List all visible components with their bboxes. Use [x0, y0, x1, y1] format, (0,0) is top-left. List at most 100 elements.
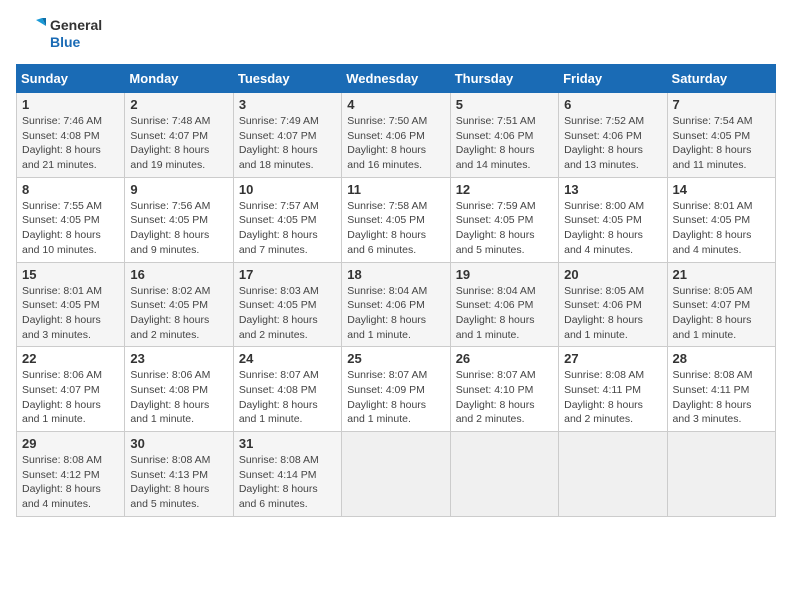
day-info: Sunrise: 8:01 AMSunset: 4:05 PMDaylight:…: [673, 199, 770, 258]
day-info: Sunrise: 7:52 AMSunset: 4:06 PMDaylight:…: [564, 114, 661, 173]
logo: General Blue: [16, 16, 102, 52]
calendar-header-row: SundayMondayTuesdayWednesdayThursdayFrid…: [17, 65, 776, 93]
weekday-header-saturday: Saturday: [667, 65, 775, 93]
day-info: Sunrise: 7:46 AMSunset: 4:08 PMDaylight:…: [22, 114, 119, 173]
day-number: 11: [347, 182, 444, 197]
day-info: Sunrise: 7:51 AMSunset: 4:06 PMDaylight:…: [456, 114, 553, 173]
calendar-cell: 11 Sunrise: 7:58 AMSunset: 4:05 PMDayligh…: [342, 177, 450, 262]
calendar-cell: 14 Sunrise: 8:01 AMSunset: 4:05 PMDayligh…: [667, 177, 775, 262]
calendar-cell: [342, 432, 450, 517]
day-info: Sunrise: 8:05 AMSunset: 4:07 PMDaylight:…: [673, 284, 770, 343]
day-number: 25: [347, 351, 444, 366]
calendar-cell: 4Sunrise: 7:50 AMSunset: 4:06 PMDaylight…: [342, 93, 450, 178]
day-number: 21: [673, 267, 770, 282]
calendar-cell: 20 Sunrise: 8:05 AMSunset: 4:06 PMDayligh…: [559, 262, 667, 347]
calendar-cell: 12Sunrise: 7:59 AMSunset: 4:05 PMDayligh…: [450, 177, 558, 262]
calendar-cell: 7 Sunrise: 7:54 AMSunset: 4:05 PMDaylight…: [667, 93, 775, 178]
day-number: 5: [456, 97, 553, 112]
day-number: 4: [347, 97, 444, 112]
calendar-cell: 5 Sunrise: 7:51 AMSunset: 4:06 PMDaylight…: [450, 93, 558, 178]
day-info: Sunrise: 8:06 AMSunset: 4:08 PMDaylight:…: [130, 368, 227, 427]
day-number: 2: [130, 97, 227, 112]
day-info: Sunrise: 8:03 AMSunset: 4:05 PMDaylight:…: [239, 284, 336, 343]
day-number: 12: [456, 182, 553, 197]
weekday-header-friday: Friday: [559, 65, 667, 93]
day-info: Sunrise: 7:55 AMSunset: 4:05 PMDaylight:…: [22, 199, 119, 258]
weekday-header-wednesday: Wednesday: [342, 65, 450, 93]
day-number: 3: [239, 97, 336, 112]
calendar-cell: 2Sunrise: 7:48 AMSunset: 4:07 PMDaylight…: [125, 93, 233, 178]
day-info: Sunrise: 8:02 AMSunset: 4:05 PMDaylight:…: [130, 284, 227, 343]
page-header: General Blue: [16, 16, 776, 52]
logo-line2: Blue: [50, 34, 102, 51]
calendar-cell: 18 Sunrise: 8:04 AMSunset: 4:06 PMDayligh…: [342, 262, 450, 347]
day-number: 17: [239, 267, 336, 282]
day-number: 1: [22, 97, 119, 112]
day-info: Sunrise: 8:06 AMSunset: 4:07 PMDaylight:…: [22, 368, 119, 427]
day-info: Sunrise: 8:08 AMSunset: 4:11 PMDaylight:…: [673, 368, 770, 427]
day-number: 7: [673, 97, 770, 112]
logo-line1: General: [50, 17, 102, 34]
day-number: 22: [22, 351, 119, 366]
day-number: 30: [130, 436, 227, 451]
day-number: 8: [22, 182, 119, 197]
day-info: Sunrise: 7:56 AMSunset: 4:05 PMDaylight:…: [130, 199, 227, 258]
day-number: 20: [564, 267, 661, 282]
calendar-cell: 23Sunrise: 8:06 AMSunset: 4:08 PMDayligh…: [125, 347, 233, 432]
calendar-cell: 17 Sunrise: 8:03 AMSunset: 4:05 PMDayligh…: [233, 262, 341, 347]
day-number: 18: [347, 267, 444, 282]
calendar-cell: 22 Sunrise: 8:06 AMSunset: 4:07 PMDayligh…: [17, 347, 125, 432]
calendar-cell: 6Sunrise: 7:52 AMSunset: 4:06 PMDaylight…: [559, 93, 667, 178]
day-number: 10: [239, 182, 336, 197]
day-number: 29: [22, 436, 119, 451]
day-number: 27: [564, 351, 661, 366]
calendar-week-row: 1 Sunrise: 7:46 AMSunset: 4:08 PMDaylight…: [17, 93, 776, 178]
day-info: Sunrise: 8:04 AMSunset: 4:06 PMDaylight:…: [347, 284, 444, 343]
calendar-week-row: 15 Sunrise: 8:01 AMSunset: 4:05 PMDayligh…: [17, 262, 776, 347]
day-info: Sunrise: 8:00 AMSunset: 4:05 PMDaylight:…: [564, 199, 661, 258]
calendar-cell: 8 Sunrise: 7:55 AMSunset: 4:05 PMDaylight…: [17, 177, 125, 262]
day-info: Sunrise: 7:58 AMSunset: 4:05 PMDaylight:…: [347, 199, 444, 258]
calendar-cell: 19Sunrise: 8:04 AMSunset: 4:06 PMDayligh…: [450, 262, 558, 347]
calendar-cell: 27 Sunrise: 8:08 AMSunset: 4:11 PMDayligh…: [559, 347, 667, 432]
day-info: Sunrise: 7:57 AMSunset: 4:05 PMDaylight:…: [239, 199, 336, 258]
weekday-header-tuesday: Tuesday: [233, 65, 341, 93]
day-number: 13: [564, 182, 661, 197]
calendar-cell: 16 Sunrise: 8:02 AMSunset: 4:05 PMDayligh…: [125, 262, 233, 347]
day-info: Sunrise: 8:01 AMSunset: 4:05 PMDaylight:…: [22, 284, 119, 343]
weekday-header-sunday: Sunday: [17, 65, 125, 93]
calendar-cell: 30Sunrise: 8:08 AMSunset: 4:13 PMDayligh…: [125, 432, 233, 517]
calendar-cell: 29 Sunrise: 8:08 AMSunset: 4:12 PMDayligh…: [17, 432, 125, 517]
day-number: 31: [239, 436, 336, 451]
calendar-cell: [450, 432, 558, 517]
calendar-table: SundayMondayTuesdayWednesdayThursdayFrid…: [16, 64, 776, 517]
calendar-cell: 25 Sunrise: 8:07 AMSunset: 4:09 PMDayligh…: [342, 347, 450, 432]
day-number: 9: [130, 182, 227, 197]
day-info: Sunrise: 8:08 AMSunset: 4:12 PMDaylight:…: [22, 453, 119, 512]
calendar-cell: 28 Sunrise: 8:08 AMSunset: 4:11 PMDayligh…: [667, 347, 775, 432]
logo-svg: [16, 16, 48, 52]
day-info: Sunrise: 7:49 AMSunset: 4:07 PMDaylight:…: [239, 114, 336, 173]
day-number: 28: [673, 351, 770, 366]
day-info: Sunrise: 7:54 AMSunset: 4:05 PMDaylight:…: [673, 114, 770, 173]
calendar-cell: 26 Sunrise: 8:07 AMSunset: 4:10 PMDayligh…: [450, 347, 558, 432]
calendar-week-row: 8 Sunrise: 7:55 AMSunset: 4:05 PMDaylight…: [17, 177, 776, 262]
day-number: 15: [22, 267, 119, 282]
day-info: Sunrise: 8:05 AMSunset: 4:06 PMDaylight:…: [564, 284, 661, 343]
calendar-cell: 3 Sunrise: 7:49 AMSunset: 4:07 PMDaylight…: [233, 93, 341, 178]
weekday-header-thursday: Thursday: [450, 65, 558, 93]
day-info: Sunrise: 8:04 AMSunset: 4:06 PMDaylight:…: [456, 284, 553, 343]
calendar-cell: [559, 432, 667, 517]
day-number: 16: [130, 267, 227, 282]
day-info: Sunrise: 8:07 AMSunset: 4:09 PMDaylight:…: [347, 368, 444, 427]
day-info: Sunrise: 8:08 AMSunset: 4:11 PMDaylight:…: [564, 368, 661, 427]
day-number: 14: [673, 182, 770, 197]
calendar-cell: 24Sunrise: 8:07 AMSunset: 4:08 PMDayligh…: [233, 347, 341, 432]
day-info: Sunrise: 8:07 AMSunset: 4:08 PMDaylight:…: [239, 368, 336, 427]
calendar-cell: 10 Sunrise: 7:57 AMSunset: 4:05 PMDayligh…: [233, 177, 341, 262]
day-number: 26: [456, 351, 553, 366]
day-info: Sunrise: 8:07 AMSunset: 4:10 PMDaylight:…: [456, 368, 553, 427]
calendar-week-row: 22 Sunrise: 8:06 AMSunset: 4:07 PMDayligh…: [17, 347, 776, 432]
calendar-cell: 21 Sunrise: 8:05 AMSunset: 4:07 PMDayligh…: [667, 262, 775, 347]
weekday-header-monday: Monday: [125, 65, 233, 93]
